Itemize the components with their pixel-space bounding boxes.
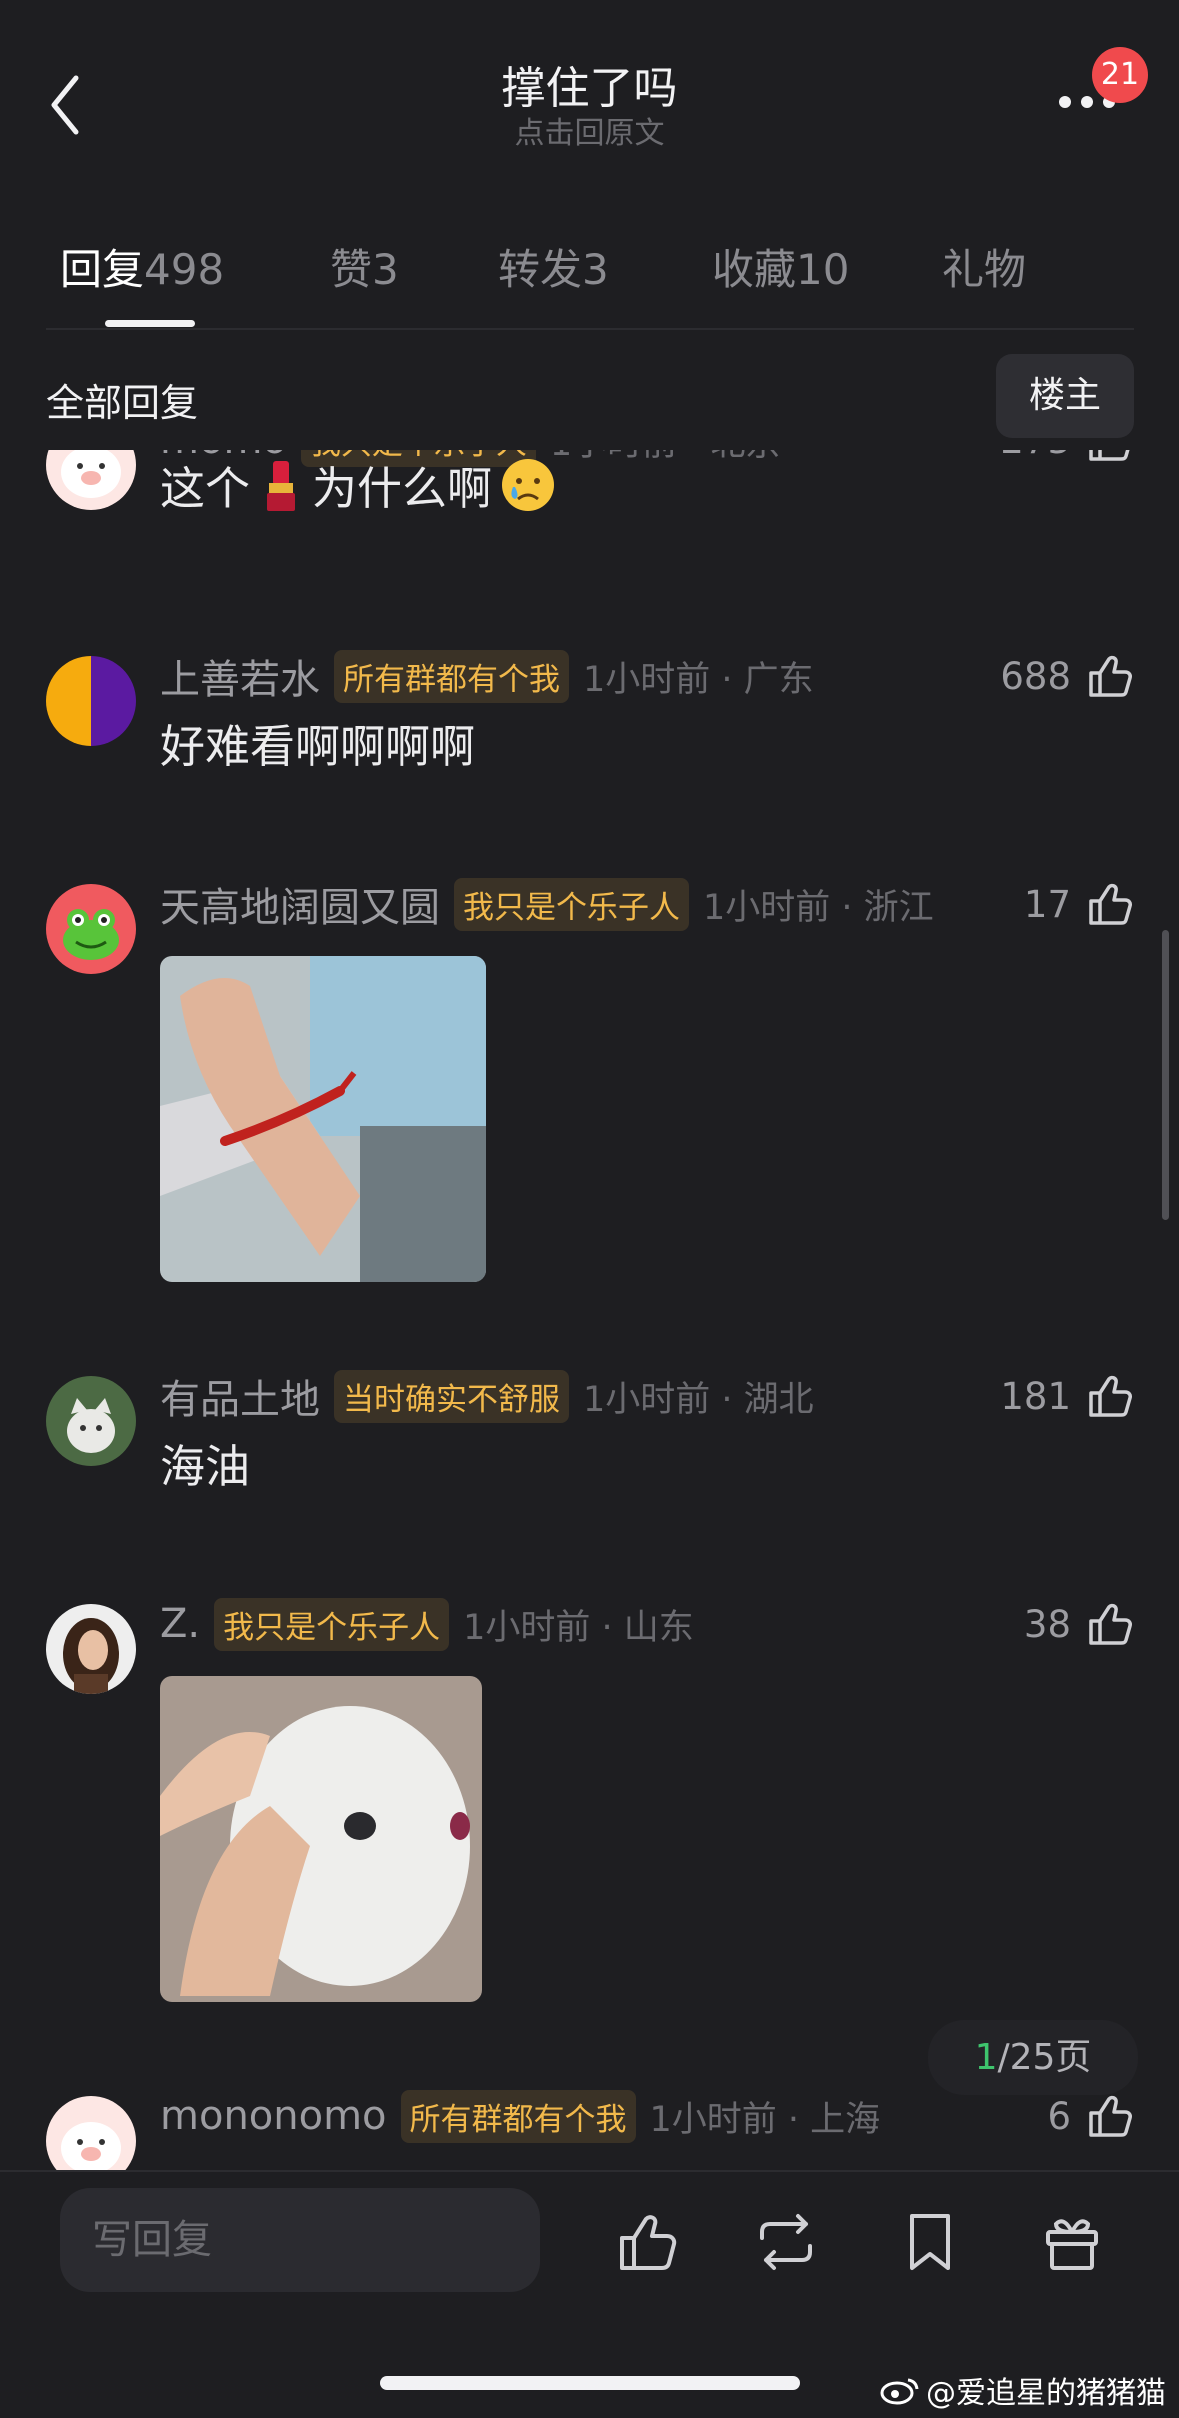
- comment-meta: 天高地阔圆又圆 我只是个乐子人 1小时前 · 浙江: [160, 874, 934, 934]
- comment-image-wrist-red-string[interactable]: [160, 956, 486, 1282]
- username[interactable]: 有品土地: [160, 1367, 320, 1425]
- watermark-text: @爱追星的猪猪猫: [926, 2376, 1166, 2411]
- tab-label: 赞: [330, 245, 373, 294]
- tab-count: 3: [372, 245, 399, 294]
- tab-label: 礼物: [942, 245, 1027, 294]
- like-count: 688: [1000, 654, 1071, 698]
- top-nav-bar: 撑住了吗 点击回原文 21: [0, 0, 1179, 190]
- page-indicator[interactable]: 1/25页: [928, 2020, 1138, 2095]
- like-button[interactable]: 688: [1000, 646, 1133, 706]
- like-button[interactable]: 17: [1024, 874, 1133, 934]
- white-cat-avatar-icon: [46, 1376, 136, 1466]
- timestamp-location: 1小时前 · 浙江: [703, 887, 934, 928]
- comment-text-row: 这个 为什么啊: [160, 452, 558, 517]
- tab-replies[interactable]: 回复498: [60, 236, 224, 297]
- tab-count: 498: [144, 245, 225, 294]
- gift-icon[interactable]: [1038, 2208, 1106, 2276]
- avatar[interactable]: [46, 656, 136, 746]
- avatar[interactable]: [46, 1376, 136, 1466]
- tab-reposts[interactable]: 转发3: [498, 236, 609, 297]
- thumbs-up-icon: [1089, 2095, 1132, 2137]
- tab-likes[interactable]: 赞3: [330, 236, 399, 297]
- notification-badge: 21: [1092, 47, 1148, 103]
- tab-label: 收藏: [712, 245, 797, 294]
- current-page: 1: [974, 2037, 998, 2078]
- like-button[interactable]: 181: [1000, 1366, 1133, 1426]
- like-count: 17: [1023, 882, 1071, 926]
- username[interactable]: 上善若水: [160, 647, 320, 705]
- tab-label: 转发: [498, 245, 583, 294]
- tab-count: 3: [582, 245, 609, 294]
- thumbs-up-icon: [1089, 655, 1132, 697]
- lipstick-emoji-icon: [267, 460, 296, 511]
- comment-meta: mononomo 所有群都有个我 1小时前 · 上海: [160, 2086, 880, 2146]
- all-replies-heading: 全部回复: [46, 381, 199, 425]
- green-frog-avatar-icon: [46, 884, 136, 974]
- tab-favorites[interactable]: 收藏10: [712, 236, 849, 297]
- like-button[interactable]: 6: [1047, 2086, 1133, 2146]
- crying-face-emoji-icon: [502, 458, 555, 511]
- like-button[interactable]: 275: [1000, 450, 1133, 470]
- pink-pig-avatar-icon: [46, 2096, 136, 2170]
- tab-bar: 回复498 赞3 转发3 收藏10 礼物: [0, 220, 1179, 330]
- like-button[interactable]: 38: [1024, 1594, 1133, 1654]
- timestamp-location: 1小时前 · 上海: [649, 2099, 881, 2140]
- timestamp-location: 1小时前 · 广东: [583, 659, 814, 700]
- thumbs-up-icon: [1089, 883, 1132, 925]
- home-indicator: [380, 2376, 800, 2390]
- fan-tag: 我只是个乐子人: [214, 1597, 450, 1651]
- comment-meta: 有品土地 当时确实不舒服 1小时前 · 湖北: [160, 1366, 814, 1426]
- tab-gifts[interactable]: 礼物: [942, 236, 1026, 297]
- comment-text: 这个: [160, 462, 251, 515]
- repost-icon[interactable]: [752, 2208, 820, 2276]
- avatar[interactable]: [46, 884, 136, 974]
- bookmark-icon[interactable]: [896, 2208, 964, 2276]
- like-count: 38: [1023, 1602, 1071, 1646]
- divider: [46, 328, 1134, 330]
- weibo-logo-icon: [880, 2378, 919, 2405]
- avatar[interactable]: [46, 450, 136, 510]
- active-tab-indicator: [105, 320, 195, 327]
- yellow-purple-avatar-icon: [46, 656, 136, 746]
- comment-image-cat-hands[interactable]: [160, 1676, 482, 2002]
- thumbs-up-icon: [1089, 1375, 1132, 1417]
- timestamp-location: 1小时前 · 湖北: [583, 1379, 814, 1420]
- pink-pig-avatar-icon: [46, 450, 136, 510]
- comment-text: 好难看啊啊啊啊: [160, 720, 476, 773]
- username[interactable]: 天高地阔圆又圆: [160, 875, 440, 933]
- fan-tag: 所有群都有个我: [334, 649, 569, 703]
- cat-meme-image: [160, 1676, 482, 2002]
- girl-photo-avatar-icon: [46, 1604, 136, 1694]
- fan-tag: 我只是个乐子人: [454, 877, 689, 931]
- username[interactable]: mononomo: [160, 2093, 387, 2139]
- fan-tag: 所有群都有个我: [400, 2089, 636, 2143]
- comment-text-continued: 为什么啊: [312, 462, 493, 515]
- fan-tag: 当时确实不舒服: [334, 1369, 569, 1423]
- page-title: 撑住了吗: [501, 63, 678, 114]
- avatar[interactable]: [46, 1604, 136, 1694]
- like-count: 181: [1000, 1374, 1071, 1418]
- tab-label: 回复: [60, 245, 145, 294]
- total-pages: /25页: [997, 2037, 1092, 2078]
- scrollbar[interactable]: [1162, 930, 1169, 1220]
- avatar[interactable]: [46, 2096, 136, 2170]
- comment-text: 海油: [160, 1440, 251, 1493]
- view-original-link[interactable]: 点击回原文: [0, 108, 1179, 152]
- comment-list[interactable]: momo 我只是个乐子人 1小时前 · 北京 275 这个 为什么啊: [0, 450, 1179, 2170]
- thumbs-up-icon: [1089, 1603, 1132, 1645]
- comment-meta: Z. 我只是个乐子人 1小时前 · 山东: [160, 1594, 694, 1654]
- author-only-button[interactable]: 楼主: [996, 354, 1134, 438]
- like-count: 275: [1000, 450, 1071, 462]
- wrist-photo-image: [160, 956, 486, 1282]
- tab-count: 10: [796, 245, 850, 294]
- timestamp-location: 1小时前 · 北京: [550, 450, 781, 466]
- thumbs-up-icon: [1089, 450, 1130, 461]
- like-count: 6: [1047, 2094, 1071, 2138]
- username[interactable]: Z.: [160, 1601, 200, 1647]
- reply-input[interactable]: 写回复: [60, 2188, 540, 2292]
- timestamp-location: 1小时前 · 山东: [463, 1607, 694, 1648]
- comment-meta: 上善若水 所有群都有个我 1小时前 · 广东: [160, 646, 814, 706]
- watermark: @爱追星的猪猪猫: [880, 2368, 1166, 2412]
- thumbs-up-icon[interactable]: [612, 2208, 680, 2276]
